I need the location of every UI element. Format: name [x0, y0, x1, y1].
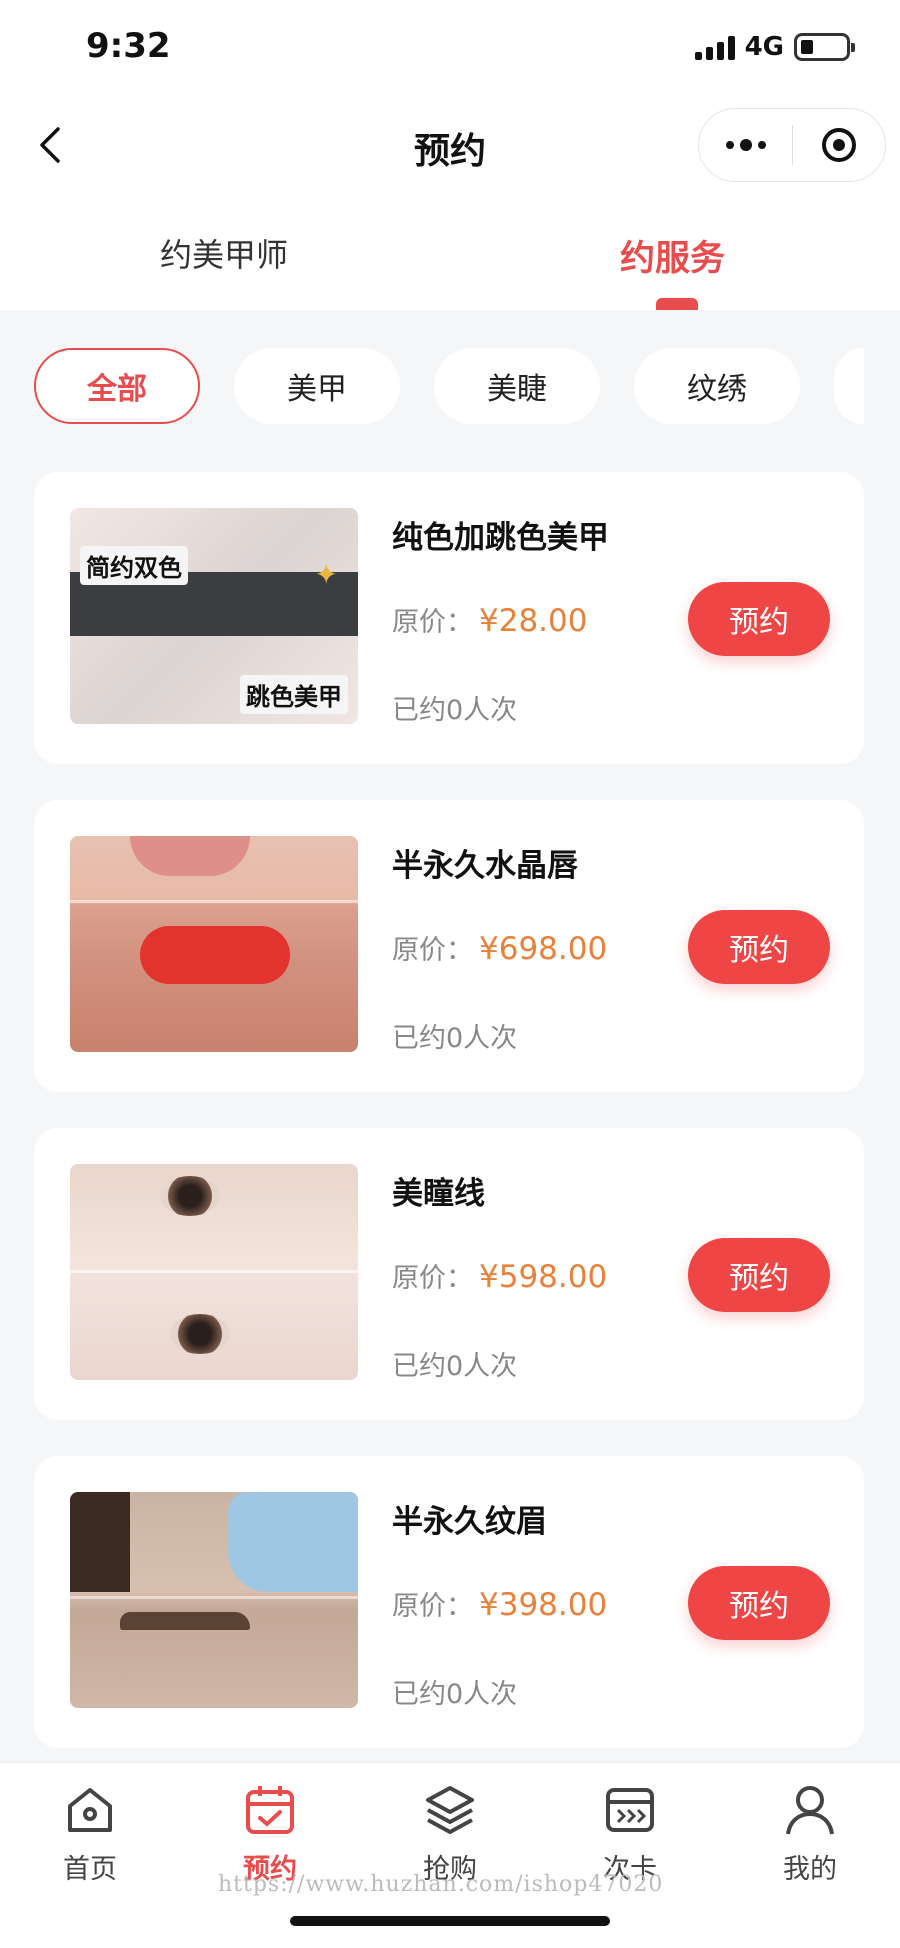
filter-chip-more[interactable] — [834, 348, 864, 424]
tabbar-item-profile[interactable]: 我的 — [750, 1779, 870, 1886]
tabbar-item-home[interactable]: 首页 — [30, 1779, 150, 1886]
signal-icon — [694, 34, 735, 60]
tabbar-item-flashsale[interactable]: 抢购 — [390, 1779, 510, 1886]
service-price: ¥398.00 — [479, 1587, 608, 1623]
top-tabs: 约美甲师 约服务 — [0, 210, 900, 310]
price-label: 原价： — [392, 935, 473, 966]
service-name: 半永久纹眉 — [392, 1504, 547, 1540]
service-price: ¥698.00 — [479, 931, 608, 967]
book-button[interactable]: 预约 — [688, 582, 830, 656]
price-label: 原价： — [392, 1263, 473, 1294]
status-time: 9:32 — [86, 26, 171, 66]
user-icon — [779, 1779, 841, 1841]
tab-book-artist[interactable]: 约美甲师 — [160, 230, 288, 276]
filter-chip-nail[interactable]: 美甲 — [234, 348, 400, 424]
image-caption: 跳色美甲 — [240, 675, 348, 714]
book-button[interactable]: 预约 — [688, 1566, 830, 1640]
price-row: 原价： ¥598.00 — [392, 1256, 607, 1295]
booked-count: 已约0人次 — [392, 695, 518, 726]
network-type: 4G — [744, 32, 784, 62]
price-label: 原价： — [392, 1591, 473, 1622]
active-tab-indicator — [656, 298, 698, 310]
service-name: 纯色加跳色美甲 — [392, 520, 609, 556]
layers-icon — [419, 1779, 481, 1841]
nav-bar: 预约 — [0, 100, 900, 190]
service-name: 半永久水晶唇 — [392, 848, 578, 884]
service-card[interactable]: 简约双色 跳色美甲 ✦ 纯色加跳色美甲 原价： ¥28.00 已约0人次 预约 — [34, 472, 864, 764]
tabbar-item-booking[interactable]: 预约 — [210, 1779, 330, 1886]
price-row: 原价： ¥698.00 — [392, 928, 607, 967]
service-card[interactable]: 半永久纹眉 原价： ¥398.00 已约0人次 预约 — [34, 1456, 864, 1748]
booked-count: 已约0人次 — [392, 1351, 518, 1382]
sparkle-icon: ✦ — [314, 558, 338, 591]
battery-icon — [794, 33, 855, 61]
service-name: 美瞳线 — [392, 1176, 485, 1212]
tabbar-item-punchcard[interactable]: 次卡 — [570, 1779, 690, 1886]
home-indicator — [290, 1916, 610, 1926]
book-button[interactable]: 预约 — [688, 910, 830, 984]
more-dot-icon — [725, 141, 734, 149]
status-bar: 9:32 4G — [0, 0, 900, 100]
price-row: 原价： ¥28.00 — [392, 600, 587, 639]
more-dot-icon — [757, 141, 766, 149]
service-image: 简约双色 跳色美甲 ✦ — [70, 508, 358, 724]
service-card[interactable]: 美瞳线 原价： ¥598.00 已约0人次 预约 — [34, 1128, 864, 1420]
service-price: ¥28.00 — [479, 603, 588, 639]
booked-count: 已约0人次 — [392, 1679, 518, 1710]
home-icon — [59, 1779, 121, 1841]
service-image — [70, 1164, 358, 1380]
filter-chip-all[interactable]: 全部 — [34, 348, 200, 424]
watermark-text: https://www.huzhan.com/ishop47020 — [218, 1872, 664, 1897]
target-icon — [821, 128, 856, 162]
card-icon — [599, 1779, 661, 1841]
mini-program-capsule — [698, 108, 886, 182]
service-image — [70, 836, 358, 1052]
image-caption: 简约双色 — [80, 546, 188, 585]
filter-chip-tattoo[interactable]: 纹绣 — [634, 348, 800, 424]
tabbar-label: 首页 — [63, 1854, 117, 1885]
book-button[interactable]: 预约 — [688, 1238, 830, 1312]
more-button[interactable] — [699, 139, 792, 151]
calendar-icon — [239, 1779, 301, 1841]
tabbar-label: 我的 — [783, 1854, 837, 1885]
booked-count: 已约0人次 — [392, 1023, 518, 1054]
service-card[interactable]: 半永久水晶唇 原价： ¥698.00 已约0人次 预约 — [34, 800, 864, 1092]
price-row: 原价： ¥398.00 — [392, 1584, 607, 1623]
filter-chip-lash[interactable]: 美睫 — [434, 348, 600, 424]
category-filter-bar: 全部 美甲 美睫 纹绣 — [34, 348, 864, 424]
status-indicators: 4G — [694, 32, 855, 62]
service-image — [70, 1492, 358, 1708]
close-miniprogram-button[interactable] — [793, 125, 885, 165]
price-label: 原价： — [392, 607, 473, 638]
service-price: ¥598.00 — [479, 1259, 608, 1295]
tab-book-service[interactable]: 约服务 — [620, 230, 725, 281]
more-dot-icon — [739, 139, 752, 151]
